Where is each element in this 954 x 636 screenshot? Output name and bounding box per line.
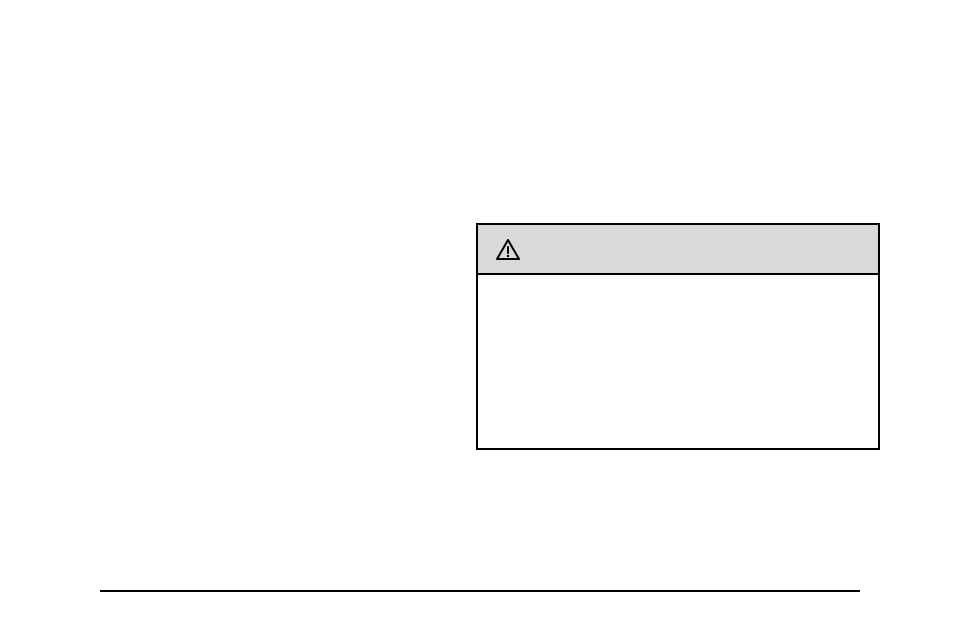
warning-triangle-icon <box>496 239 520 260</box>
caution-body-text <box>478 275 878 299</box>
caution-box <box>476 223 880 450</box>
footer-rule <box>100 590 860 592</box>
caution-header <box>478 225 878 275</box>
